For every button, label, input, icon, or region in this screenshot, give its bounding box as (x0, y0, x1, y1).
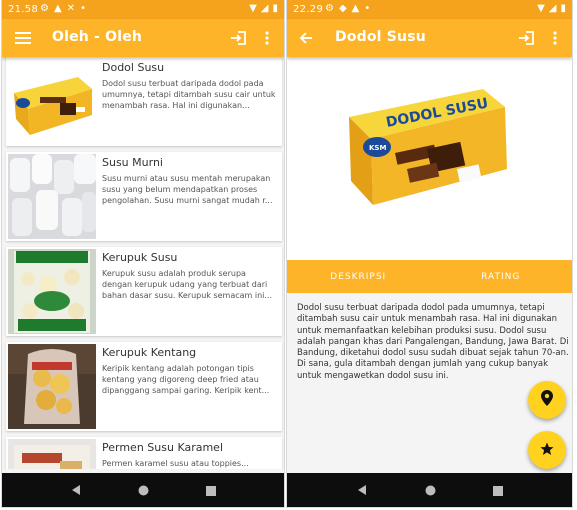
missed-call-icon: ✕ (66, 3, 76, 14)
nav-home-icon[interactable] (425, 481, 436, 500)
menu-icon[interactable] (12, 27, 34, 49)
more-vert-icon[interactable] (544, 27, 566, 49)
lock-notification-icon: ◆ (338, 3, 347, 14)
system-nav-bar (287, 473, 572, 507)
warning-notification-icon: ▲ (53, 3, 62, 14)
item-title: Susu Murni (102, 156, 163, 169)
signal-icon: ◢ (548, 3, 557, 14)
product-hero-image: KSM DODOL SUSU (287, 57, 572, 260)
tab-deskripsi[interactable]: DESKRIPSI (287, 260, 430, 293)
status-time: 21.58 (8, 4, 39, 15)
item-title: Kerupuk Kentang (102, 346, 197, 359)
item-title: Permen Susu Karamel (102, 441, 224, 454)
battery-icon: ▮ (560, 3, 566, 14)
login-icon[interactable] (515, 27, 537, 49)
location-fab[interactable] (528, 381, 566, 419)
list-screen: 21.58 ⚙ ▲ ✕ • ▼ ◢ ▮ Oleh - Oleh Dodol Su… (2, 0, 284, 507)
page-title: Oleh - Oleh (52, 29, 143, 45)
product-image (8, 59, 96, 144)
nav-back-icon[interactable] (70, 481, 82, 500)
list-item-dodol-susu[interactable]: Dodol Susu Dodol susu terbuat daripada d… (6, 57, 282, 146)
item-description: Keripik kentang adalah potongan tipis ke… (102, 364, 270, 395)
warning-notification-icon: ▲ (351, 3, 360, 14)
arrow-back-icon[interactable] (295, 27, 317, 49)
wifi-icon: ▼ (537, 3, 545, 14)
detail-tabs: DESKRIPSI RATING (287, 260, 572, 293)
product-image (8, 344, 96, 429)
nav-back-icon[interactable] (356, 481, 368, 500)
wifi-icon: ▼ (249, 3, 257, 14)
nav-recents-icon[interactable] (205, 481, 216, 500)
app-bar: Oleh - Oleh (2, 19, 284, 57)
app-bar: Dodol Susu (287, 19, 572, 57)
status-bar: 21.58 ⚙ ▲ ✕ • ▼ ◢ ▮ (2, 0, 284, 19)
star-icon (540, 441, 554, 460)
item-title: Kerupuk Susu (102, 251, 178, 264)
list-item-kerupuk-kentang[interactable]: Kerupuk Kentang Keripik kentang adalah p… (6, 342, 282, 431)
dot-icon: • (364, 3, 371, 14)
item-description: Dodol susu terbuat daripada dodol pada u… (102, 79, 276, 110)
status-bar: 22.29 ⚙ ◆ ▲ • ▼ ◢ ▮ (287, 0, 572, 19)
nav-home-icon[interactable] (138, 481, 149, 500)
nav-recents-icon[interactable] (493, 481, 504, 500)
battery-icon: ▮ (272, 3, 278, 14)
list-item-susu-murni[interactable]: Susu Murni Susu murni atau susu mentah m… (6, 152, 282, 241)
product-image (8, 439, 96, 469)
product-description: Dodol susu terbuat daripada dodol pada u… (297, 303, 569, 381)
detail-screen: 22.29 ⚙ ◆ ▲ • ▼ ◢ ▮ Dodol Susu KSM DODOL… (287, 0, 572, 507)
dot-icon: • (80, 3, 86, 14)
signal-icon: ◢ (260, 3, 269, 14)
rating-fab[interactable] (528, 431, 566, 469)
location-pin-icon (541, 390, 553, 410)
item-description: Permen karamel susu atau toppies... (102, 459, 249, 468)
product-image (8, 154, 96, 239)
page-title: Dodol Susu (335, 29, 426, 45)
more-vert-icon[interactable] (256, 27, 278, 49)
list-item-kerupuk-susu[interactable]: Kerupuk Susu Kerupuk susu adalah produk … (6, 247, 282, 336)
product-list: Dodol Susu Dodol susu terbuat daripada d… (2, 57, 284, 469)
item-description: Kerupuk susu adalah produk serupa dengan… (102, 269, 273, 300)
item-title: Dodol Susu (102, 61, 165, 74)
tab-rating[interactable]: RATING (430, 260, 573, 293)
hero-logo: KSM (369, 144, 386, 152)
settings-notification-icon: ⚙ (325, 3, 334, 14)
list-item-permen-susu-karamel[interactable]: Permen Susu Karamel Permen karamel susu … (6, 437, 282, 469)
login-icon[interactable] (227, 27, 249, 49)
product-image (8, 249, 96, 334)
system-nav-bar (2, 473, 284, 507)
item-description: Susu murni atau susu mentah merupakan su… (102, 174, 273, 205)
settings-notification-icon: ⚙ (40, 3, 49, 14)
status-time: 22.29 (293, 4, 324, 15)
